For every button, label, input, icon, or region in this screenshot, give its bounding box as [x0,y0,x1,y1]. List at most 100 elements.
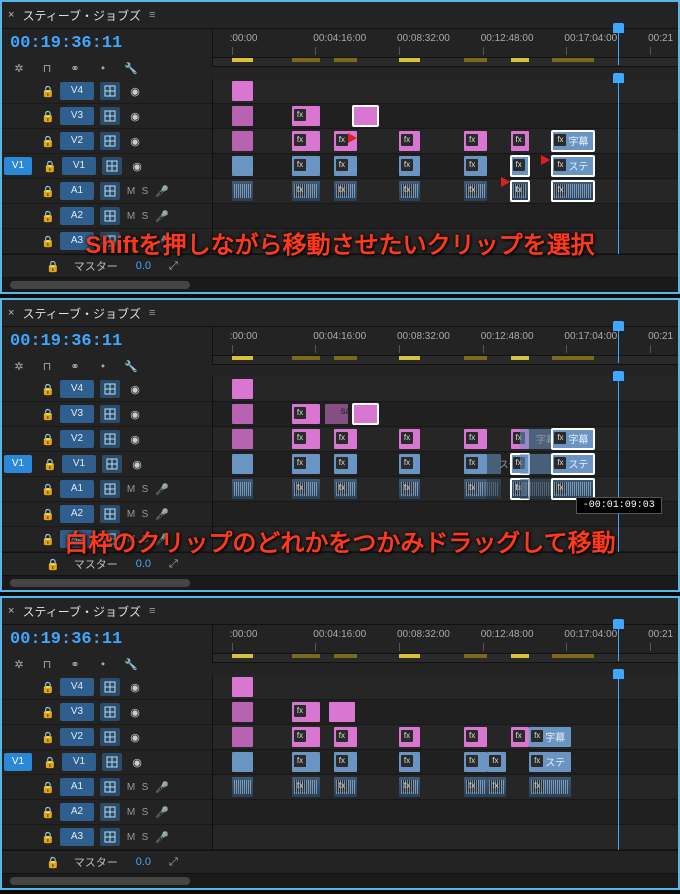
clip[interactable]: fx [292,727,320,747]
fx-badge[interactable]: fx [294,705,306,717]
clip[interactable] [232,454,253,474]
clip[interactable] [232,777,253,797]
sync-lock-icon[interactable] [100,530,120,548]
fx-badge[interactable]: fx [466,134,478,146]
clip[interactable]: fx [399,181,420,201]
fx-badge[interactable]: fx [336,780,348,792]
fx-badge[interactable]: fx [513,159,525,171]
fx-badge[interactable]: fx [401,457,413,469]
track-label[interactable]: V2 [60,132,94,150]
fx-badge[interactable]: fx [401,184,413,196]
snap-icon[interactable]: ⊓ [40,359,54,373]
track-header-v4[interactable]: 🔒 V4 ◉ [2,377,212,402]
track-label[interactable]: V2 [60,430,94,448]
fx-badge[interactable]: fx [401,432,413,444]
close-icon[interactable]: × [8,605,14,617]
wrench-icon[interactable]: 🔧 [124,657,138,671]
lock-icon[interactable]: 🔒 [36,806,60,819]
mic-icon[interactable]: 🎤 [152,185,172,198]
fx-badge[interactable]: fx [554,134,566,146]
fx-badge[interactable]: fx [401,134,413,146]
sync-lock-icon[interactable] [102,157,122,175]
lock-icon[interactable]: 🔒 [46,260,60,273]
lock-icon[interactable]: 🔒 [36,831,60,844]
track-lane[interactable] [213,675,678,700]
fx-badge[interactable]: fx [513,730,525,742]
track-label[interactable]: V2 [60,728,94,746]
clip[interactable]: fx [552,479,594,499]
lock-icon[interactable]: 🔒 [46,558,60,571]
track-label[interactable]: V4 [60,380,94,398]
fx-badge[interactable]: fx [336,134,348,146]
playhead[interactable] [618,29,619,65]
track-header-v1[interactable]: V1 🔒 V1 ◉ [2,154,212,179]
sync-lock-icon[interactable] [100,232,120,250]
sequence-name[interactable]: スティーブ・ジョブズ [22,603,141,620]
solo-button[interactable]: S [138,211,152,222]
clip[interactable]: fx [292,479,320,499]
sync-lock-icon[interactable] [100,728,120,746]
lock-icon[interactable]: 🔒 [38,160,62,173]
work-area-bar[interactable] [213,58,678,67]
clip[interactable]: fx [511,156,530,176]
fx-badge[interactable]: fx [401,482,413,494]
fx-badge[interactable]: fx [554,482,566,494]
lock-icon[interactable]: 🔒 [36,706,60,719]
marker-icon[interactable]: ⬩ [96,657,110,671]
clip[interactable] [232,479,253,499]
sync-lock-icon[interactable] [100,207,120,225]
source-patch-v1[interactable]: V1 [4,455,32,473]
track-label[interactable]: V1 [62,455,96,473]
playhead[interactable] [618,377,619,552]
track-label[interactable]: V4 [60,678,94,696]
mute-button[interactable]: M [124,832,138,843]
solo-button[interactable]: S [138,782,152,793]
expand-icon[interactable]: ⤢ [169,260,178,273]
track-label[interactable]: A3 [60,530,94,548]
current-timecode[interactable]: 00:19:36:11 [10,332,122,351]
track-lane[interactable]: fxfxfxfxfxfx [213,775,678,800]
playhead[interactable] [618,327,619,363]
eye-icon[interactable]: ◉ [126,160,148,173]
fx-badge[interactable]: fx [294,730,306,742]
clip[interactable]: fx [334,777,357,797]
nest-icon[interactable]: ✲ [12,657,26,671]
link-icon[interactable]: ⚭ [68,657,82,671]
fx-badge[interactable]: fx [294,134,306,146]
mute-button[interactable]: M [124,509,138,520]
clip[interactable] [232,181,253,201]
track-label[interactable]: A2 [60,803,94,821]
close-icon[interactable]: × [8,307,14,319]
fx-badge[interactable]: fx [466,755,478,767]
track-header-a1[interactable]: 🔒 A1 M S 🎤 [2,477,212,502]
clip[interactable]: fx [292,752,320,772]
lock-icon[interactable]: 🔒 [36,681,60,694]
clip[interactable]: fx [464,429,487,449]
clip[interactable]: fx [399,479,420,499]
clip[interactable]: fx [399,454,420,474]
fx-badge[interactable]: fx [401,730,413,742]
source-patch-v1[interactable]: V1 [4,753,32,771]
track-label[interactable]: V1 [62,753,96,771]
fx-badge[interactable]: fx [336,432,348,444]
fx-badge[interactable]: fx [294,755,306,767]
track-lane[interactable]: fx [213,700,678,725]
track-header-v1[interactable]: V1 🔒 V1 ◉ [2,452,212,477]
master-track-row[interactable]: 🔒 マスター 0.0 ⤢ [2,254,678,277]
clip[interactable]: fxステ [529,752,571,772]
clip[interactable]: fx [464,156,487,176]
clip[interactable] [232,81,253,101]
fx-badge[interactable]: fx [401,780,413,792]
clip[interactable]: fx [399,156,420,176]
fx-badge[interactable]: fx [466,482,478,494]
clip[interactable]: fx [464,181,487,201]
mute-button[interactable]: M [124,782,138,793]
clip[interactable]: fx [334,156,357,176]
track-header-a3[interactable]: 🔒 A3 M S 🎤 [2,527,212,552]
lock-icon[interactable]: 🔒 [36,210,60,223]
panel-menu-icon[interactable]: ≡ [149,9,155,21]
clip[interactable]: fx字幕 [529,727,571,747]
track-label[interactable]: A2 [60,505,94,523]
track-header-v2[interactable]: 🔒 V2 ◉ [2,129,212,154]
track-header-v3[interactable]: 🔒 V3 ◉ [2,700,212,725]
